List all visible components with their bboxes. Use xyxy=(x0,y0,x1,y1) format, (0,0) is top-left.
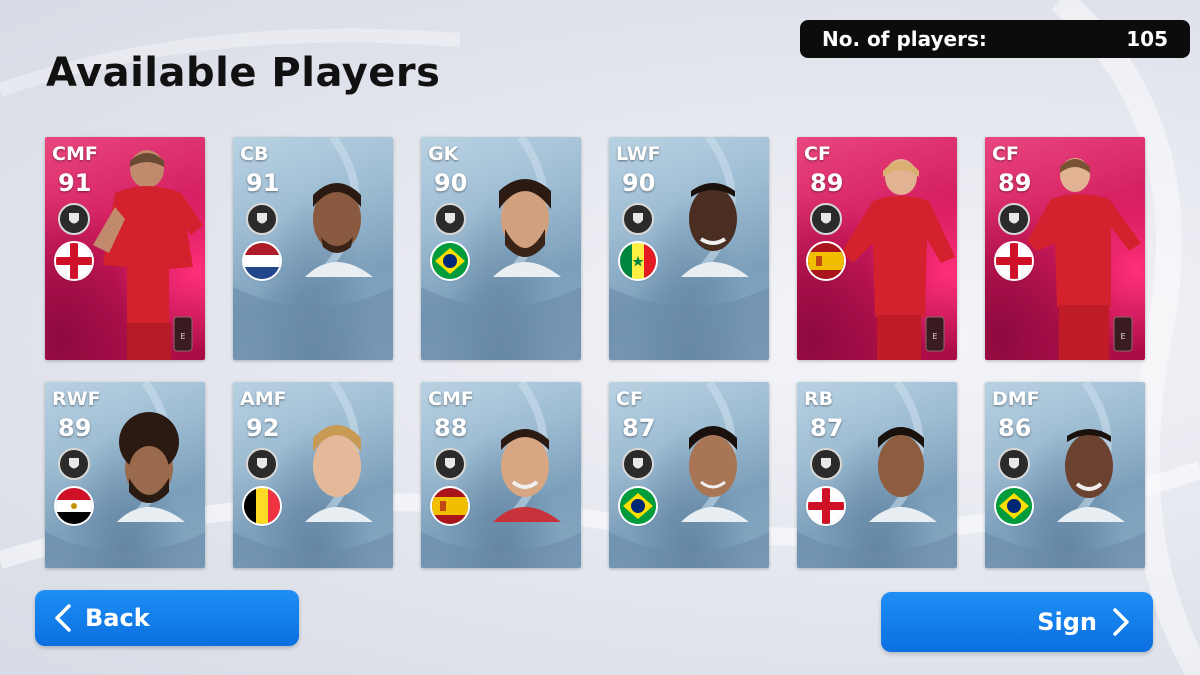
player-rating: 91 xyxy=(58,169,92,197)
epic-tier-icon: E xyxy=(925,316,945,352)
flag-england-icon xyxy=(808,488,844,524)
player-card[interactable]: CF 87 xyxy=(609,382,769,568)
player-position: CF xyxy=(616,388,643,410)
player-card[interactable]: CF 89 E xyxy=(797,137,957,360)
flag-egypt-icon xyxy=(56,488,92,524)
team-badge-icon xyxy=(998,203,1030,235)
player-card[interactable]: LWF 90 xyxy=(609,137,769,360)
team-badge-icon xyxy=(622,448,654,480)
flag-netherlands-icon xyxy=(244,243,280,279)
flag-belgium-icon xyxy=(244,488,280,524)
team-badge-icon xyxy=(246,448,278,480)
player-card[interactable]: AMF 92 xyxy=(233,382,393,568)
player-card[interactable]: CF 89 E xyxy=(985,137,1145,360)
player-image xyxy=(97,412,197,522)
player-image xyxy=(661,412,761,522)
player-card[interactable]: RB 87 xyxy=(797,382,957,568)
sign-button-label: Sign xyxy=(1037,608,1097,636)
team-badge-icon xyxy=(58,448,90,480)
team-badge-icon xyxy=(58,203,90,235)
flag-spain-icon xyxy=(808,243,844,279)
player-count-badge: No. of players: 105 xyxy=(800,20,1190,58)
player-rating: 90 xyxy=(622,169,656,197)
player-position: CF xyxy=(992,143,1019,165)
epic-tier-icon: E xyxy=(173,316,193,352)
flag-brazil-icon xyxy=(620,488,656,524)
player-image xyxy=(473,167,573,277)
flag-brazil-icon xyxy=(432,243,468,279)
player-rating: 91 xyxy=(246,169,280,197)
player-position: RWF xyxy=(52,388,101,410)
team-badge-icon xyxy=(246,203,278,235)
team-badge-icon xyxy=(810,448,842,480)
player-image xyxy=(285,412,385,522)
player-rating: 88 xyxy=(434,414,468,442)
player-position: CMF xyxy=(52,143,98,165)
player-rating: 92 xyxy=(246,414,280,442)
player-position: GK xyxy=(428,143,459,165)
player-rating: 86 xyxy=(998,414,1032,442)
chevron-right-icon xyxy=(1113,608,1129,636)
player-image xyxy=(849,412,949,522)
player-position: AMF xyxy=(240,388,287,410)
player-rating: 89 xyxy=(58,414,92,442)
player-image xyxy=(473,412,573,522)
player-card[interactable]: CB 91 xyxy=(233,137,393,360)
player-position: CF xyxy=(804,143,831,165)
player-card[interactable]: GK 90 xyxy=(421,137,581,360)
flag-brazil-icon xyxy=(996,488,1032,524)
chevron-left-icon xyxy=(55,604,71,632)
epic-tier-icon: E xyxy=(1113,316,1133,352)
flag-england-icon xyxy=(56,243,92,279)
player-card[interactable]: CMF 91 E xyxy=(45,137,205,360)
player-card[interactable]: CMF 88 xyxy=(421,382,581,568)
player-rating: 89 xyxy=(810,169,844,197)
flag-england-icon xyxy=(996,243,1032,279)
player-count-label: No. of players: xyxy=(822,27,987,51)
team-badge-icon xyxy=(810,203,842,235)
player-position: DMF xyxy=(992,388,1040,410)
team-badge-icon xyxy=(998,448,1030,480)
svg-text:E: E xyxy=(180,332,185,341)
back-button[interactable]: Back xyxy=(35,590,299,646)
back-button-label: Back xyxy=(85,604,150,632)
player-position: RB xyxy=(804,388,834,410)
player-image xyxy=(1037,412,1137,522)
player-card[interactable]: RWF 89 xyxy=(45,382,205,568)
player-rating: 90 xyxy=(434,169,468,197)
team-badge-icon xyxy=(434,448,466,480)
player-image xyxy=(285,167,385,277)
player-card[interactable]: DMF 86 xyxy=(985,382,1145,568)
team-badge-icon xyxy=(434,203,466,235)
player-position: LWF xyxy=(616,143,661,165)
page-title: Available Players xyxy=(46,50,441,96)
player-image xyxy=(661,167,761,277)
player-rating: 87 xyxy=(622,414,656,442)
flag-senegal-icon xyxy=(620,243,656,279)
sign-button[interactable]: Sign xyxy=(881,592,1153,652)
flag-spain-icon xyxy=(432,488,468,524)
svg-text:E: E xyxy=(1120,332,1125,341)
team-badge-icon xyxy=(622,203,654,235)
svg-text:E: E xyxy=(932,332,937,341)
player-position: CMF xyxy=(428,388,474,410)
player-count-value: 105 xyxy=(1126,27,1168,51)
player-rating: 87 xyxy=(810,414,844,442)
player-position: CB xyxy=(240,143,269,165)
player-rating: 89 xyxy=(998,169,1032,197)
